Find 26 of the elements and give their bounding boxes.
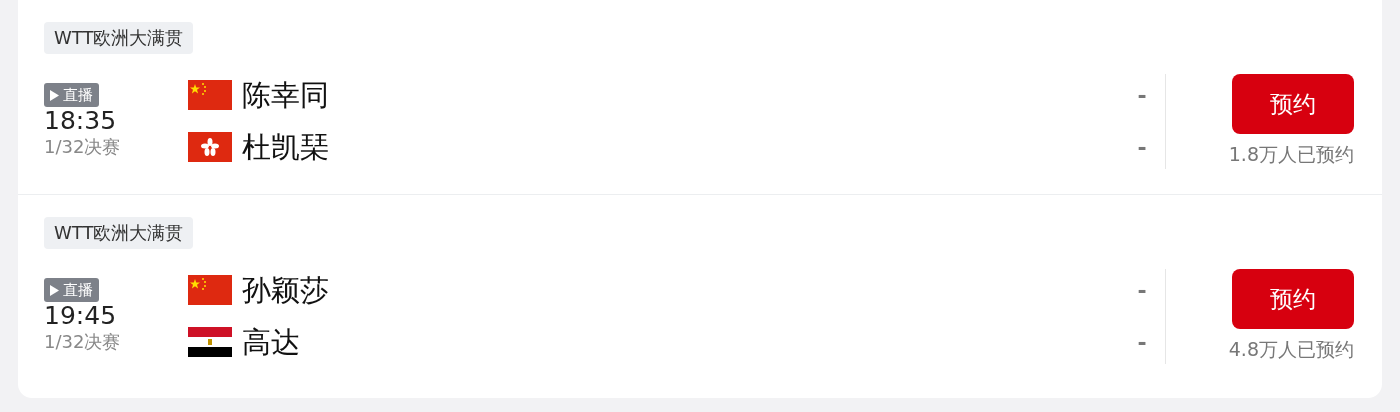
- reservation-count: 4.8万人已预约: [1228, 337, 1354, 362]
- flag-icon: [188, 132, 232, 163]
- flag-icon: [188, 80, 232, 111]
- player-name: 陈幸同: [242, 77, 330, 114]
- match-time: 18:35: [44, 107, 117, 136]
- flag-icon: [188, 275, 232, 306]
- score-text: -: [1136, 81, 1148, 110]
- badge-label: 直播: [63, 86, 93, 105]
- match-stage: 1/32决赛: [44, 135, 121, 160]
- badge-label: 直播: [63, 281, 93, 300]
- event-tag: WTT欧洲大满贯: [44, 217, 194, 249]
- play-icon: [50, 284, 59, 296]
- flag-icon: [188, 327, 232, 358]
- match-time: 19:45: [44, 302, 117, 331]
- score-text: -: [1136, 276, 1148, 305]
- score-text: -: [1136, 328, 1148, 357]
- player-name: 杜凯琹: [242, 129, 330, 166]
- play-icon: [50, 89, 59, 101]
- match-stage: 1/32决赛: [44, 330, 121, 355]
- reservation-count: 1.8万人已预约: [1228, 142, 1354, 167]
- player-name: 孙颖莎: [242, 272, 330, 309]
- player-name: 高达: [242, 324, 301, 361]
- reserve-button[interactable]: 预约: [1232, 269, 1354, 329]
- reserve-button[interactable]: 预约: [1232, 74, 1354, 134]
- score-text: -: [1136, 133, 1148, 162]
- event-tag: WTT欧洲大满贯: [44, 22, 194, 54]
